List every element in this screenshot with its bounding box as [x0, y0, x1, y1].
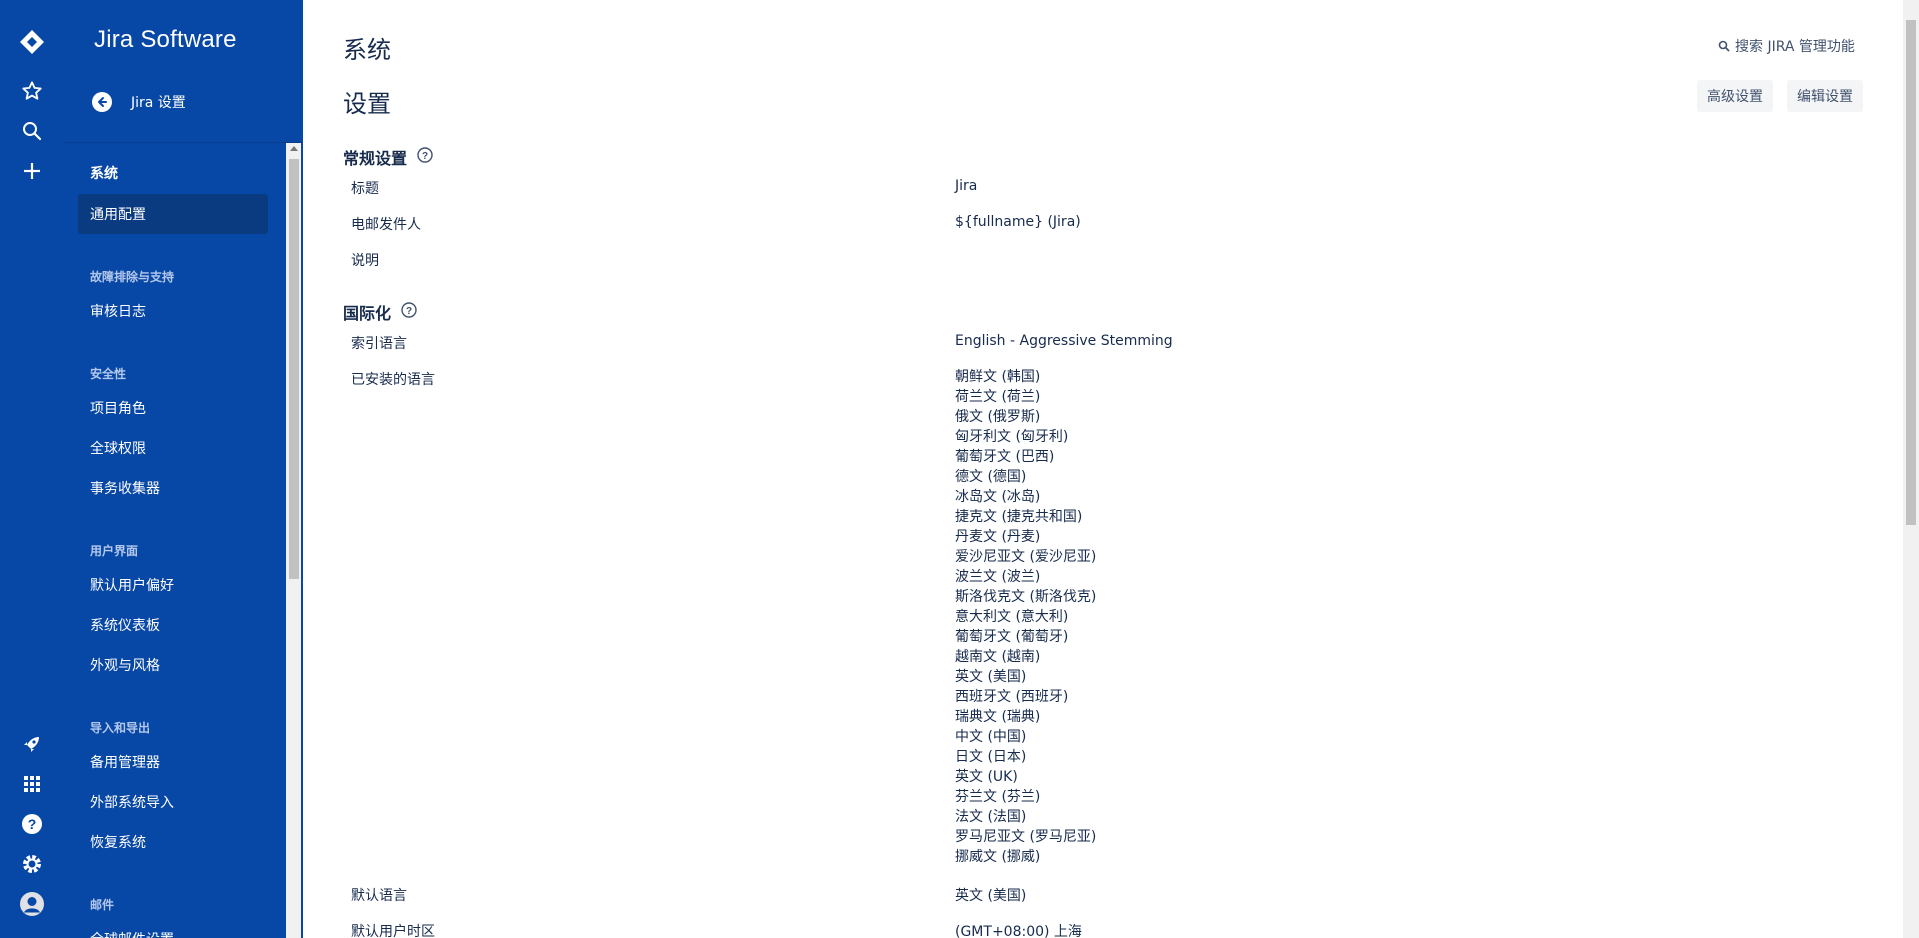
general-settings-heading: 常规设置 ?	[343, 145, 433, 169]
sidebar-scrollbar[interactable]	[286, 143, 301, 938]
sidebar-section-security: 安全性	[90, 367, 127, 381]
i18n-heading: 国际化 ?	[343, 300, 417, 324]
general-settings-heading-text: 常规设置	[343, 149, 408, 168]
default-timezone-label: 默认用户时区	[351, 924, 435, 938]
title-label: 标题	[351, 181, 379, 197]
installed-language-item: 匈牙利文 (匈牙利)	[955, 429, 1069, 445]
advanced-settings-button[interactable]: 高级设置	[1697, 80, 1773, 112]
installed-language-item: 挪威文 (挪威)	[955, 849, 1041, 865]
installed-languages-label: 已安装的语言	[351, 372, 435, 388]
installed-language-item: 英文 (美国)	[955, 669, 1027, 685]
svg-text:?: ?	[422, 151, 428, 162]
page-scrollbar[interactable]	[1903, 0, 1919, 938]
main-content: 系统 搜索 JIRA 管理功能 设置 高级设置 编辑设置 常规设置 ? 标题 J…	[303, 0, 1903, 938]
svg-text:?: ?	[406, 306, 412, 317]
installed-language-item: 波兰文 (波兰)	[955, 569, 1041, 585]
page-scroll-thumb[interactable]	[1906, 20, 1916, 525]
installed-language-item: 荷兰文 (荷兰)	[955, 389, 1041, 405]
installed-language-item: 西班牙文 (西班牙)	[955, 689, 1069, 705]
svg-text:?: ?	[27, 816, 36, 832]
installed-language-item: 丹麦文 (丹麦)	[955, 529, 1041, 545]
sidebar-item-look-and-feel[interactable]: 外观与风格	[78, 645, 268, 685]
installed-language-item: 罗马尼亚文 (罗马尼亚)	[955, 829, 1097, 845]
installed-language-item: 斯洛伐克文 (斯洛伐克)	[955, 589, 1097, 605]
edit-settings-button[interactable]: 编辑设置	[1787, 80, 1863, 112]
email-from-value: ${fullname} (Jira)	[955, 214, 1081, 230]
installed-language-item: 越南文 (越南)	[955, 649, 1041, 665]
search-admin-label: 搜索 JIRA 管理功能	[1735, 39, 1855, 55]
sidebar-item-general-config[interactable]: 通用配置	[78, 194, 268, 234]
sidebar-scroll-thumb[interactable]	[289, 159, 299, 579]
sidebar-item-project-roles[interactable]: 项目角色	[78, 388, 268, 428]
search-admin-link[interactable]: 搜索 JIRA 管理功能	[1718, 36, 1855, 56]
installed-language-item: 瑞典文 (瑞典)	[955, 709, 1041, 725]
sidebar-item-default-user-prefs[interactable]: 默认用户偏好	[78, 565, 268, 605]
installed-language-item: 日文 (日本)	[955, 749, 1027, 765]
sidebar-item-external-import[interactable]: 外部系统导入	[78, 782, 268, 822]
global-nav: ?	[0, 0, 63, 938]
i18n-heading-text: 国际化	[343, 304, 392, 323]
installed-language-item: 芬兰文 (芬兰)	[955, 789, 1041, 805]
help-icon[interactable]: ?	[0, 809, 63, 839]
sidebar-section-troubleshooting: 故障排除与支持	[90, 270, 175, 284]
index-language-value: English - Aggressive Stemming	[955, 333, 1173, 349]
sidebar-item-system[interactable]: 系统	[78, 153, 268, 193]
installed-language-item: 爱沙尼亚文 (爱沙尼亚)	[955, 549, 1097, 565]
index-language-label: 索引语言	[351, 336, 407, 352]
installed-language-item: 冰岛文 (冰岛)	[955, 489, 1041, 505]
sidebar-item-global-mail-settings[interactable]: 全球邮件设置	[78, 919, 268, 938]
title-value: Jira	[955, 178, 978, 194]
help-icon[interactable]: ?	[417, 147, 433, 167]
sidebar-item-restore-system[interactable]: 恢复系统	[78, 822, 268, 862]
sidebar-item-issue-collectors[interactable]: 事务收集器	[78, 468, 268, 508]
admin-sidebar: Jira Software Jira 设置 系统 通用配置 故障排除与支持 审核…	[63, 0, 303, 938]
installed-language-item: 德文 (德国)	[955, 469, 1027, 485]
search-icon	[1718, 40, 1730, 52]
sidebar-item-global-permissions[interactable]: 全球权限	[78, 428, 268, 468]
installed-language-item: 葡萄牙文 (葡萄牙)	[955, 629, 1069, 645]
installed-language-item: 朝鲜文 (韩国)	[955, 369, 1041, 385]
sidebar-section-import-export: 导入和导出	[90, 721, 151, 735]
help-icon[interactable]: ?	[401, 302, 417, 322]
back-to-settings[interactable]: Jira 设置	[92, 92, 186, 112]
installed-language-item: 俄文 (俄罗斯)	[955, 409, 1041, 425]
settings-title: 设置	[343, 90, 391, 118]
search-icon[interactable]	[0, 116, 63, 146]
default-language-value: 英文 (美国)	[955, 888, 1027, 904]
avatar-icon[interactable]	[0, 889, 63, 919]
installed-language-item: 捷克文 (捷克共和国)	[955, 509, 1083, 525]
jira-logo-icon[interactable]	[0, 27, 63, 57]
page-title: 系统	[343, 36, 391, 64]
plus-icon[interactable]	[0, 156, 63, 186]
default-language-label: 默认语言	[351, 888, 407, 904]
sidebar-section-ui: 用户界面	[90, 544, 139, 558]
sidebar-section-mail: 邮件	[90, 898, 115, 912]
email-from-label: 电邮发件人	[351, 217, 421, 233]
installed-language-item: 英文 (UK)	[955, 769, 1018, 785]
gear-icon[interactable]	[0, 849, 63, 879]
installed-language-item: 法文 (法国)	[955, 809, 1027, 825]
installed-languages-list: 朝鲜文 (韩国) 荷兰文 (荷兰) 俄文 (俄罗斯) 匈牙利文 (匈牙利) 葡萄牙文 (…	[955, 367, 1096, 867]
product-name: Jira Software	[94, 26, 237, 53]
installed-language-item: 意大利文 (意大利)	[955, 609, 1069, 625]
installed-language-item: 葡萄牙文 (巴西)	[955, 449, 1055, 465]
installed-language-item: 中文 (中国)	[955, 729, 1027, 745]
description-label: 说明	[351, 253, 379, 269]
default-timezone-value: (GMT+08:00) 上海	[955, 924, 1082, 938]
sidebar-item-system-dashboard[interactable]: 系统仪表板	[78, 605, 268, 645]
sidebar-divider	[63, 142, 303, 143]
star-icon[interactable]	[0, 76, 63, 106]
rocket-icon[interactable]	[0, 729, 63, 759]
sidebar-item-backup-manager[interactable]: 备用管理器	[78, 742, 268, 782]
scroll-up-arrow-icon[interactable]	[290, 146, 298, 151]
arrow-left-icon	[92, 92, 112, 112]
sidebar-item-audit-log[interactable]: 审核日志	[78, 291, 268, 331]
back-label: Jira 设置	[131, 95, 186, 111]
app-switcher-icon[interactable]	[0, 769, 63, 799]
